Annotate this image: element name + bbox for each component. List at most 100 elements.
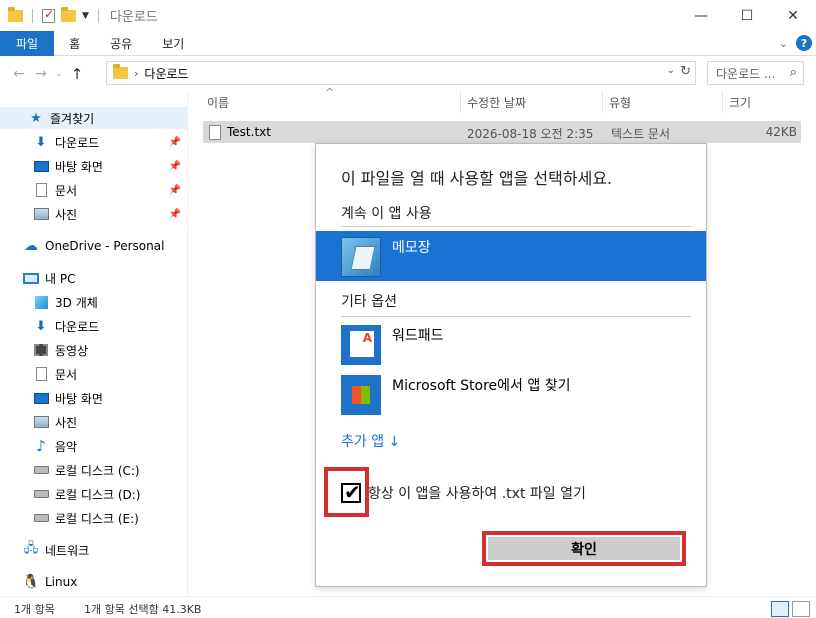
sidebar-item-this-pc[interactable]: 내 PC <box>0 267 187 289</box>
app-name: 워드패드 <box>392 328 444 344</box>
properties-icon[interactable] <box>42 7 55 23</box>
sidebar-item-linux[interactable]: 🐧 Linux <box>0 571 187 593</box>
column-header-size[interactable]: 크기 <box>723 91 803 113</box>
search-icon: ⌕ <box>789 65 797 80</box>
sidebar-item-onedrive[interactable]: ☁ OneDrive - Personal <box>0 235 187 257</box>
forward-arrow-icon[interactable]: → <box>30 66 52 82</box>
document-icon <box>33 367 49 381</box>
sidebar-item-pc-desktop[interactable]: 바탕 화면 <box>0 387 187 409</box>
sidebar-item-3d-objects[interactable]: 3D 개체 <box>0 291 187 313</box>
pin-icon: 📌 <box>168 136 181 148</box>
sidebar-item-label: 로컬 디스크 (E:) <box>55 511 139 526</box>
minimize-button[interactable]: — <box>678 0 724 31</box>
sidebar-item-label: 사진 <box>55 207 78 222</box>
dialog-title: 이 파일을 열 때 사용할 앱을 선택하세요. <box>341 169 613 188</box>
search-input[interactable]: 다운로드 ... ⌕ <box>707 61 804 85</box>
sidebar-item-drive-d[interactable]: 로컬 디스크 (D:) <box>0 483 187 505</box>
network-icon: 🖧 <box>23 541 39 556</box>
toolbar-divider <box>32 8 33 23</box>
divider <box>341 226 691 227</box>
close-button[interactable]: ✕ <box>770 0 816 31</box>
tab-share[interactable]: 공유 <box>95 31 147 56</box>
breadcrumb-downloads[interactable]: 다운로드 <box>144 65 188 82</box>
tab-view[interactable]: 보기 <box>147 31 199 56</box>
divider <box>341 316 691 317</box>
details-view-icon[interactable] <box>771 601 789 617</box>
sidebar-item-label: 음악 <box>55 439 78 454</box>
music-note-icon: ♪ <box>36 437 46 455</box>
window-title: 다운로드 <box>109 10 158 25</box>
tab-home[interactable]: 홈 <box>54 31 95 56</box>
app-option-notepad[interactable]: 메모장 <box>316 231 706 281</box>
column-header-row: ^ 이름 수정한 날짜 유형 크기 <box>189 86 816 113</box>
pin-icon: 📌 <box>168 184 181 196</box>
pictures-icon <box>33 415 49 429</box>
video-icon <box>33 343 49 357</box>
sidebar-item-label: 동영상 <box>55 343 89 358</box>
recent-locations-chevron-icon[interactable]: ⌄ <box>52 69 66 79</box>
sidebar-item-quick-access[interactable]: ★ 즐겨찾기 <box>0 107 187 129</box>
column-header-modified[interactable]: 수정한 날짜 <box>461 91 603 113</box>
sidebar-item-label: 다운로드 <box>55 135 100 150</box>
sidebar-item-network[interactable]: 🖧 네트워크 <box>0 539 187 561</box>
back-arrow-icon[interactable]: ← <box>8 66 30 82</box>
file-modified: 2026-08-18 오전 2:35 <box>467 127 594 141</box>
search-placeholder: 다운로드 ... <box>716 66 776 81</box>
app-option-wordpad[interactable]: 워드패드 <box>316 319 706 369</box>
folder-icon <box>113 64 128 79</box>
customize-toolbar-chevron-icon[interactable]: ▼ <box>82 11 89 21</box>
sidebar-item-videos[interactable]: 동영상 <box>0 339 187 361</box>
sidebar-item-drive-e[interactable]: 로컬 디스크 (E:) <box>0 507 187 529</box>
sidebar-item-label: 내 PC <box>45 271 76 286</box>
sidebar-item-pc-pictures[interactable]: 사진 <box>0 411 187 433</box>
address-dropdown-chevron-icon[interactable]: ⌄ <box>667 65 675 76</box>
refresh-icon[interactable]: ↻ <box>680 64 691 79</box>
sidebar-item-label: 로컬 디스크 (C:) <box>55 463 140 478</box>
status-bar: 1개 항목 1개 항목 선택함 41.3KB <box>0 596 816 618</box>
sidebar-item-drive-c[interactable]: 로컬 디스크 (C:) <box>0 459 187 481</box>
sidebar-item-label: 사진 <box>55 415 78 430</box>
new-folder-icon[interactable] <box>61 6 76 22</box>
folder-icon <box>8 6 23 22</box>
item-count: 1개 항목 <box>14 603 55 616</box>
selection-info: 1개 항목 선택함 41.3KB <box>84 603 202 616</box>
sidebar-item-downloads[interactable]: ⬇ 다운로드 📌 <box>0 131 187 153</box>
app-option-microsoft-store[interactable]: Microsoft Store에서 앱 찾기 <box>316 369 706 419</box>
more-apps-link[interactable]: 추가 앱 ↓ <box>341 431 400 451</box>
sidebar-item-documents[interactable]: 문서 📌 <box>0 179 187 201</box>
always-use-label[interactable]: 항상 이 앱을 사용하여 .txt 파일 열기 <box>368 483 586 503</box>
desktop-icon <box>33 159 49 173</box>
highlight-frame-ok: 확인 <box>482 531 686 566</box>
cloud-icon: ☁ <box>24 238 38 254</box>
quick-access-toolbar: ▼ 다운로드 <box>0 6 158 25</box>
drive-icon <box>33 463 49 477</box>
sidebar-item-music[interactable]: ♪ 음악 <box>0 435 187 457</box>
desktop-icon <box>33 391 49 405</box>
column-header-name[interactable]: 이름 <box>201 91 461 113</box>
expand-ribbon-chevron-icon[interactable]: ⌄ <box>779 37 788 50</box>
help-icon[interactable]: ? <box>796 35 812 51</box>
breadcrumb-chevron-icon[interactable]: › <box>134 67 138 80</box>
file-row[interactable]: Test.txt 2026-08-18 오전 2:35 텍스트 문서 42KB <box>203 121 801 143</box>
maximize-button[interactable]: ☐ <box>724 0 770 31</box>
navigation-pane: ★ 즐겨찾기 ⬇ 다운로드 📌 바탕 화면 📌 문서 📌 사진 📌 ☁ OneD… <box>0 91 188 596</box>
up-arrow-icon[interactable]: ↑ <box>66 65 88 83</box>
microsoft-store-icon <box>341 375 381 415</box>
sidebar-item-label: OneDrive - Personal <box>45 239 165 253</box>
sidebar-item-pc-documents[interactable]: 문서 <box>0 363 187 385</box>
ribbon-tabs: 파일 홈 공유 보기 ⌄ ? <box>0 30 816 56</box>
text-file-icon <box>209 125 221 140</box>
ok-button[interactable]: 확인 <box>488 537 680 560</box>
sidebar-item-pictures[interactable]: 사진 📌 <box>0 203 187 225</box>
large-icons-view-icon[interactable] <box>792 601 810 617</box>
sidebar-item-desktop[interactable]: 바탕 화면 📌 <box>0 155 187 177</box>
column-header-type[interactable]: 유형 <box>603 91 723 113</box>
tab-file[interactable]: 파일 <box>0 30 55 56</box>
sidebar-item-label: 네트워크 <box>45 543 90 558</box>
file-size: 42KB <box>765 125 797 139</box>
penguin-icon: 🐧 <box>22 574 40 590</box>
always-use-checkbox[interactable] <box>341 480 361 504</box>
toolbar-divider <box>97 8 99 23</box>
address-bar[interactable]: › 다운로드 ⌄ ↻ <box>106 61 696 85</box>
sidebar-item-pc-downloads[interactable]: ⬇ 다운로드 <box>0 315 187 337</box>
